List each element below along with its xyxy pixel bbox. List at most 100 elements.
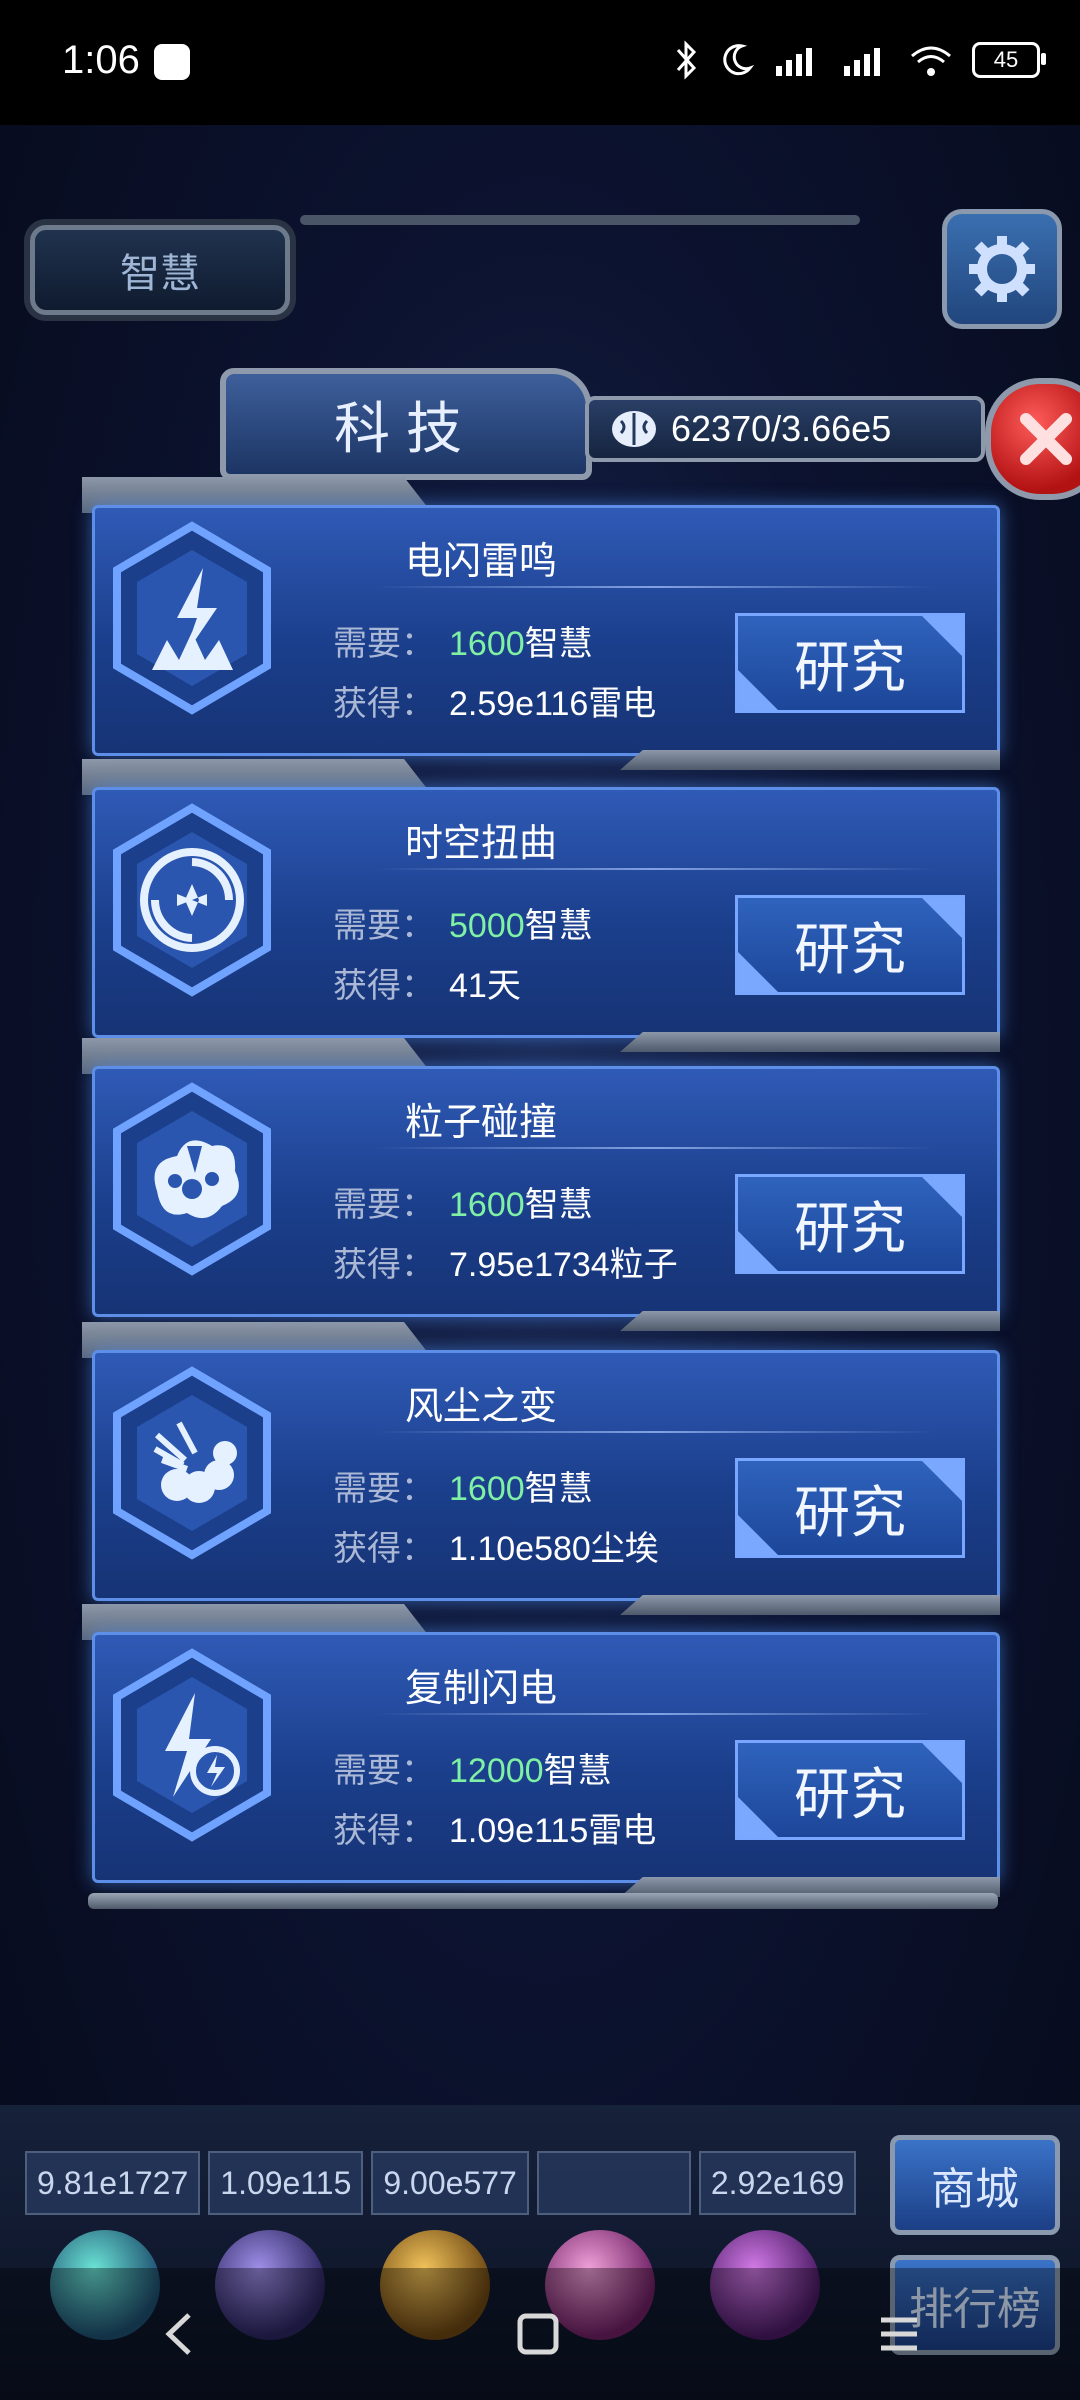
tech-card: 风尘之变 需要： 1600智慧 获得： 1.10e580尘埃 研究 (82, 1322, 1000, 1615)
tech-name: 复制闪电 (405, 1668, 558, 1710)
research-button[interactable]: 研究 (735, 895, 965, 995)
settings-button[interactable] (942, 209, 1062, 329)
resource-values: 9.81e1727 1.09e115 9.00e577 2.92e169 (25, 2151, 857, 2215)
gain-label: 获得： (333, 1246, 435, 1284)
card-body: 复制闪电 需要： 12000智慧 获得： 1.09e115雷电 研究 (92, 1632, 1000, 1883)
card-frame-foot (620, 1595, 1000, 1615)
tech-name: 时空扭曲 (405, 823, 558, 865)
card-body: 电闪雷鸣 需要： 1600智慧 获得： 2.59e116雷电 研究 (92, 505, 1000, 756)
gain-label: 获得： (333, 1812, 435, 1850)
vortex-icon (113, 803, 271, 997)
brain-icon (612, 411, 656, 447)
system-nav-bar (0, 2268, 1080, 2400)
card-body: 时空扭曲 需要： 5000智慧 获得： 41天 研究 (92, 787, 1000, 1038)
card-frame-foot (620, 750, 1000, 770)
wisdom-amount: 62370/3.66e5 (671, 408, 892, 449)
tech-name: 风尘之变 (405, 1386, 558, 1428)
gain-row: 获得： 1.09e115雷电 (333, 1803, 656, 1852)
particle-collision-icon (113, 1082, 271, 1276)
research-button[interactable]: 研究 (735, 1174, 965, 1274)
cost-value: 12000 (449, 1752, 544, 1790)
cost-row: 需要： 1600智慧 (333, 616, 593, 665)
tech-name: 电闪雷鸣 (405, 541, 558, 583)
home-icon[interactable] (516, 2312, 560, 2356)
cost-unit: 智慧 (524, 625, 593, 663)
gain-row: 获得： 2.59e116雷电 (333, 676, 656, 725)
cost-row: 需要： 1600智慧 (333, 1177, 593, 1226)
resource-value: 9.00e577 (371, 2151, 529, 2215)
tech-card: 复制闪电 需要： 12000智慧 获得： 1.09e115雷电 研究 (82, 1604, 1000, 1897)
title-divider (375, 1713, 935, 1715)
signal-icon-2 (844, 48, 880, 76)
card-body: 粒子碰撞 需要： 1600智慧 获得： 7.95e1734粒子 研究 (92, 1066, 1000, 1317)
gain-row: 获得： 1.10e580尘埃 (333, 1521, 659, 1570)
cost-unit: 智慧 (524, 907, 593, 945)
frame-decoration (300, 215, 860, 225)
research-button[interactable]: 研究 (735, 1458, 965, 1558)
moon-icon (723, 44, 754, 76)
card-body: 风尘之变 需要： 1600智慧 获得： 1.10e580尘埃 研究 (92, 1350, 1000, 1601)
status-bar: 1:06 45 (0, 0, 1080, 125)
gain-label: 获得： (333, 967, 435, 1005)
need-label: 需要： (333, 907, 435, 945)
card-frame-foot (620, 1311, 1000, 1331)
shop-button[interactable]: 商城 (890, 2135, 1060, 2235)
need-label: 需要： (333, 1186, 435, 1224)
gain-label: 获得： (333, 1530, 435, 1568)
lightning-burst-icon (113, 521, 271, 715)
tech-card: 时空扭曲 需要： 5000智慧 获得： 41天 研究 (82, 759, 1000, 1052)
wisdom-tab[interactable]: 智慧 (30, 225, 290, 315)
wifi-icon (911, 46, 951, 76)
gain-label: 获得： (333, 685, 435, 723)
menu-icon[interactable] (877, 2312, 921, 2356)
cost-row: 需要： 5000智慧 (333, 898, 593, 947)
gain-row: 获得： 41天 (333, 958, 521, 1007)
research-button[interactable]: 研究 (735, 613, 965, 713)
tech-card: 电闪雷鸣 需要： 1600智慧 获得： 2.59e116雷电 研究 (82, 477, 1000, 770)
tech-name: 粒子碰撞 (405, 1102, 558, 1144)
gain-value: 7.95e1734粒子 (449, 1246, 678, 1284)
card-frame-foot (620, 1032, 1000, 1052)
title-divider (375, 1431, 935, 1433)
tech-panel-header: 科技 62370/3.66e5 (80, 368, 1080, 500)
wisdom-counter: 62370/3.66e5 (585, 396, 985, 462)
app-notification-icon (154, 44, 190, 80)
close-button[interactable] (985, 378, 1080, 500)
cost-unit: 智慧 (524, 1470, 593, 1508)
cost-unit: 智慧 (543, 1752, 612, 1790)
gain-value: 1.10e580尘埃 (449, 1530, 659, 1568)
title-divider (375, 1147, 935, 1149)
resource-value: 9.81e1727 (25, 2151, 201, 2215)
dust-burst-icon (113, 1366, 271, 1560)
signal-icon (776, 48, 812, 76)
need-label: 需要： (333, 1470, 435, 1508)
gain-row: 获得： 7.95e1734粒子 (333, 1237, 678, 1286)
gain-value: 2.59e116雷电 (449, 685, 657, 723)
top-frame: 智慧 (0, 195, 1080, 345)
copy-lightning-icon (113, 1648, 271, 1842)
cost-unit: 智慧 (524, 1186, 593, 1224)
cost-value: 5000 (449, 907, 525, 945)
resource-value: 1.09e115 (208, 2151, 364, 2215)
battery-indicator: 45 (972, 42, 1046, 78)
cost-value: 1600 (449, 625, 525, 663)
cost-row: 需要： 12000智慧 (333, 1743, 612, 1792)
gain-value: 41天 (449, 967, 521, 1005)
cost-row: 需要： 1600智慧 (333, 1461, 593, 1510)
gain-value: 1.09e115雷电 (449, 1812, 657, 1850)
clock: 1:06 (62, 38, 140, 82)
title-divider (375, 586, 935, 588)
need-label: 需要： (333, 625, 435, 663)
tech-card: 粒子碰撞 需要： 1600智慧 获得： 7.95e1734粒子 研究 (82, 1038, 1000, 1331)
bluetooth-icon (676, 40, 697, 80)
gear-icon (969, 236, 1035, 302)
resource-value: 2.92e169 (698, 2151, 857, 2215)
cost-value: 1600 (449, 1470, 525, 1508)
resource-value (536, 2151, 691, 2215)
status-icons: 45 (674, 40, 1046, 80)
cost-value: 1600 (449, 1186, 525, 1224)
research-button[interactable]: 研究 (735, 1740, 965, 1840)
close-icon (1020, 413, 1072, 465)
back-icon[interactable] (159, 2309, 199, 2359)
title-divider (375, 868, 935, 870)
